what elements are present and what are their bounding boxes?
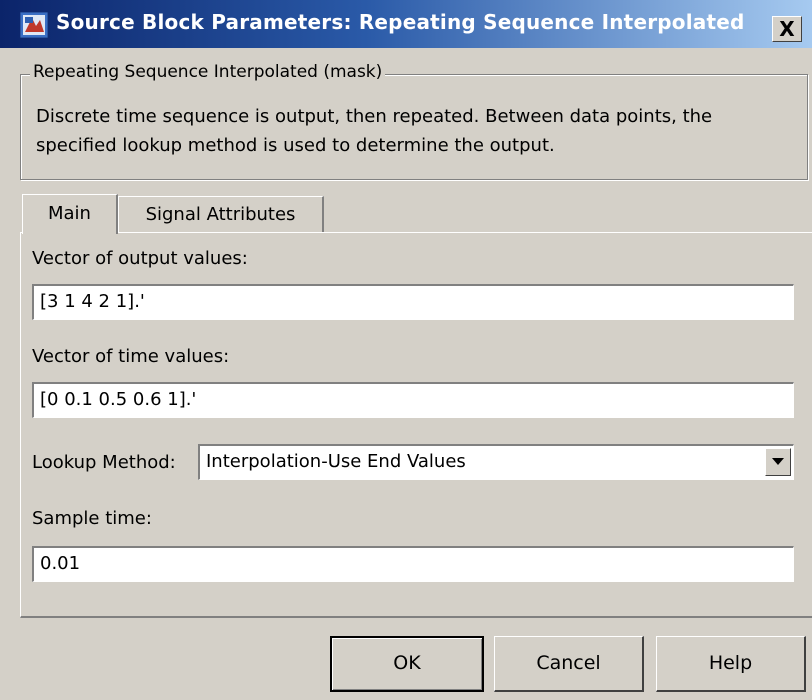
lookup-method-label: Lookup Method: — [32, 452, 176, 473]
simulink-block-icon — [19, 11, 49, 39]
description-line-1: Discrete time sequence is output, then r… — [36, 106, 713, 127]
close-button[interactable]: X — [772, 16, 802, 42]
cancel-button[interactable]: Cancel — [494, 636, 644, 692]
sample-time-field[interactable]: 0.01 — [32, 546, 794, 582]
mask-description: Discrete time sequence is output, then r… — [36, 102, 796, 160]
dropdown-arrow-button[interactable] — [765, 448, 791, 476]
tab-main[interactable]: Main — [22, 194, 118, 234]
title-bar[interactable]: Source Block Parameters: Repeating Seque… — [0, 0, 812, 48]
time-values-label: Vector of time values: — [32, 346, 230, 367]
block-parameters-dialog: Source Block Parameters: Repeating Seque… — [0, 0, 812, 700]
ok-button[interactable]: OK — [330, 636, 484, 692]
time-values-field[interactable]: [0 0.1 0.5 0.6 1].' — [32, 382, 794, 418]
output-values-label: Vector of output values: — [32, 248, 248, 269]
lookup-method-value: Interpolation-Use End Values — [206, 451, 466, 472]
window-title: Source Block Parameters: Repeating Seque… — [56, 10, 745, 34]
description-line-2: specified lookup method is used to deter… — [36, 135, 555, 156]
output-values-field[interactable]: [3 1 4 2 1].' — [32, 284, 794, 320]
lookup-method-dropdown[interactable]: Interpolation-Use End Values — [198, 444, 794, 480]
mask-group-label: Repeating Sequence Interpolated (mask) — [30, 62, 386, 82]
tab-signal-attributes[interactable]: Signal Attributes — [118, 196, 324, 232]
chevron-down-icon — [772, 458, 784, 465]
sample-time-label: Sample time: — [32, 508, 152, 529]
help-button[interactable]: Help — [656, 636, 806, 692]
